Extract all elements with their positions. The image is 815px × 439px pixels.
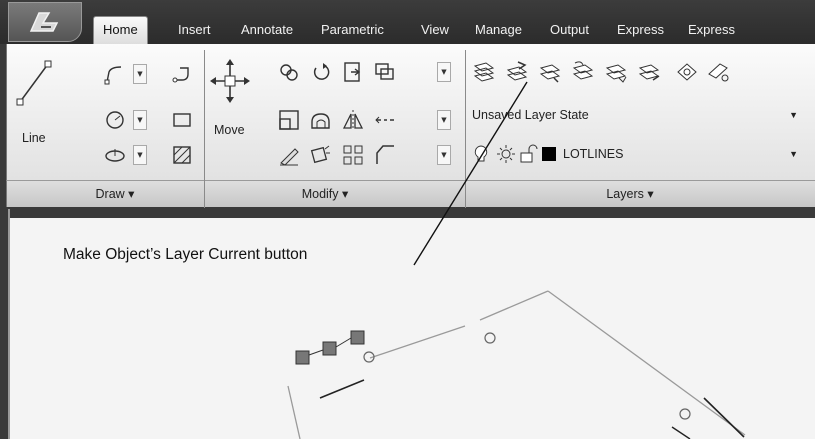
grip-link <box>335 337 352 348</box>
node-marker <box>484 332 496 344</box>
grip-marker <box>350 330 365 345</box>
node-marker <box>679 408 691 420</box>
grip-marker <box>322 341 337 356</box>
lot-lines <box>287 290 746 439</box>
autocad-window: Home Insert Annotate Parametric View Man… <box>0 0 815 439</box>
callout-leader-line <box>413 81 528 266</box>
lot-line <box>369 325 466 359</box>
dark-line <box>671 426 691 439</box>
dark-line <box>703 397 745 438</box>
grip-marker <box>295 350 310 365</box>
dark-line <box>319 379 365 399</box>
lot-line <box>287 385 301 439</box>
lot-line <box>547 290 746 436</box>
lot-line <box>479 290 549 321</box>
grip-link <box>308 349 324 356</box>
drawing-overlay <box>287 81 746 439</box>
